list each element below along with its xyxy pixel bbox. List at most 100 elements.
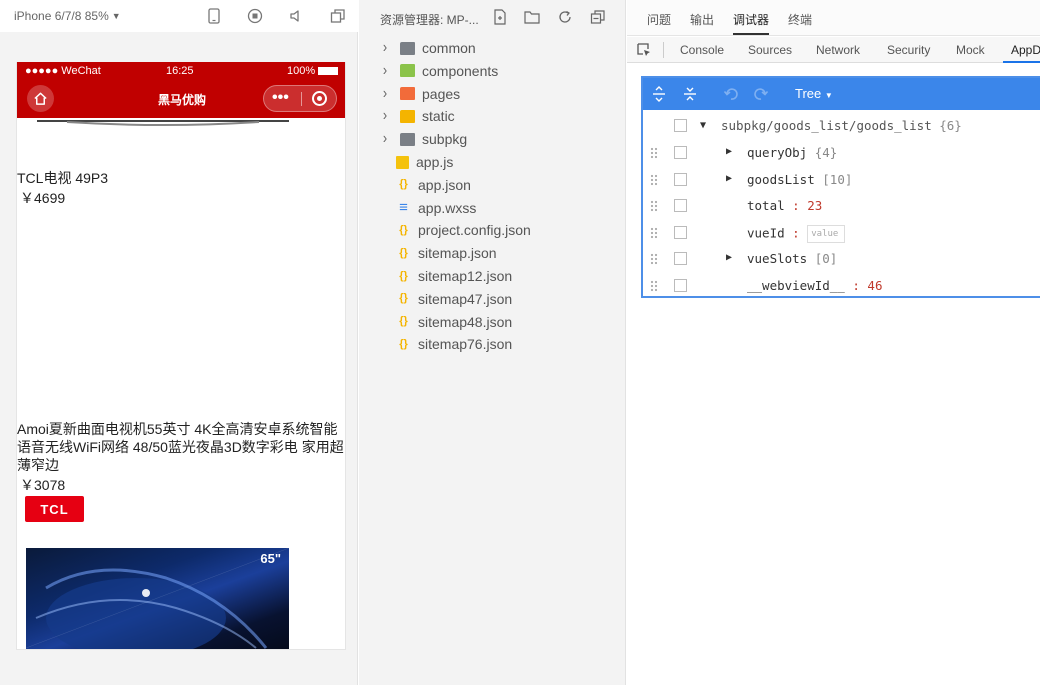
appdata-row[interactable]: total : 23 [643,196,1040,216]
tree-folder-item[interactable]: › subpkg [378,129,467,149]
tab-sources[interactable]: Sources [748,43,792,57]
data-value[interactable]: 23 [807,198,822,213]
data-key-group: total : 23 [747,198,822,213]
appdata-toolbar: Tree ▼ [643,78,1040,110]
goods-price: ￥4699 [20,190,66,206]
new-folder-icon[interactable] [523,8,541,26]
data-count: [0] [814,251,838,266]
explorer-title: 资源管理器: MP-... [380,13,479,27]
appdata-row[interactable]: ▶ queryObj {4} [643,143,1040,163]
tab-mock[interactable]: Mock [956,43,985,57]
appdata-panel: Tree ▼ ▼ subpkg/goods_list/goods_list {6… [641,76,1040,298]
tree-item-label: sitemap.json [418,245,497,262]
tree-item-label: common [422,40,476,56]
redo-icon[interactable] [751,84,771,104]
drag-handle-icon[interactable] [650,200,658,212]
drag-handle-icon[interactable] [650,227,658,239]
data-key-group: goodsList [10] [747,172,852,187]
tree-folder-item[interactable]: › common [378,38,476,58]
data-value[interactable]: 46 [867,278,882,293]
tree-file-item[interactable]: {} project.config.json [396,220,531,240]
chevron-right-icon[interactable]: › [379,130,390,148]
appdata-root-row[interactable]: ▼ subpkg/goods_list/goods_list {6} [643,116,1040,136]
close-miniprogram-icon[interactable] [312,91,327,106]
collapsed-triangle-icon[interactable]: ▶ [726,146,732,157]
row-checkbox[interactable] [674,199,687,212]
pages-folder-icon [400,87,415,101]
device-selector[interactable]: iPhone 6/7/8 85% ▼ [14,9,121,23]
chevron-right-icon[interactable]: › [379,107,390,125]
brand-logo: TCL [25,496,84,522]
tab-terminal[interactable]: 终端 [788,11,812,28]
chevron-right-icon[interactable]: › [379,39,390,57]
collapse-all-icon[interactable] [589,8,607,26]
capsule-divider [301,92,302,106]
data-key-group: vueSlots [0] [747,251,837,266]
tab-appdata[interactable]: AppD [1002,43,1040,63]
tree-item-label: sitemap48.json [418,313,513,330]
multi-window-icon[interactable] [329,7,347,25]
drag-handle-icon[interactable] [650,147,658,159]
tree-file-item[interactable]: {} sitemap12.json [396,266,512,286]
tree-folder-item[interactable]: › components [378,61,498,81]
collapsed-triangle-icon[interactable]: ▶ [726,173,732,184]
json-file-icon: {} [399,223,408,236]
appdata-row[interactable]: ▶ goodsList [10] [643,170,1040,190]
tab-output[interactable]: 输出 [690,11,714,28]
phone-icon[interactable] [205,7,223,25]
tree-folder-item[interactable]: › static [378,106,455,126]
view-mode-dropdown[interactable]: Tree ▼ [795,86,833,101]
appdata-row[interactable]: __webviewId__ : 46 [643,276,1040,296]
row-checkbox[interactable] [674,225,687,239]
tree-file-item[interactable]: {} sitemap47.json [396,289,512,309]
chevron-right-icon[interactable]: › [379,62,390,80]
tab-network[interactable]: Network [816,43,860,57]
drag-handle-icon[interactable] [650,174,658,186]
volume-icon[interactable] [287,7,305,25]
components-folder-icon [400,64,415,78]
tree-file-item[interactable]: {} app.json [396,175,471,195]
appdata-row[interactable]: vueId : value [643,223,1040,243]
expanded-triangle-icon[interactable]: ▼ [700,120,706,131]
drag-handle-icon[interactable] [650,280,658,292]
tab-debugger[interactable]: 调试器 [733,11,770,35]
more-menu-button[interactable]: ••• [272,89,289,107]
collapse-all-icon[interactable] [680,84,700,104]
expand-all-icon[interactable] [649,84,669,104]
row-checkbox[interactable] [674,146,687,159]
row-checkbox[interactable] [674,252,687,265]
row-checkbox[interactable] [674,278,687,292]
goods-image[interactable]: 65" [26,548,289,649]
value-input[interactable]: value [807,224,846,243]
drag-handle-icon[interactable] [650,253,658,265]
new-file-icon[interactable] [491,8,509,26]
static-folder-icon [400,109,415,123]
goods-name[interactable]: TCL电视 49P3 [17,169,345,187]
chevron-down-icon: ▼ [111,11,121,21]
row-checkbox[interactable] [674,172,687,186]
tree-file-item[interactable]: ≡ app.wxss [396,198,476,218]
tree-folder-item[interactable]: › pages [378,84,460,104]
chevron-right-icon[interactable]: › [379,85,390,103]
tree-file-item[interactable]: app.js [396,152,453,172]
goods-name[interactable]: Amoi夏新曲面电视机55英寸 4K全高清安卓系统智能语音无线WiFi网络 48… [17,420,345,474]
tree-file-item[interactable]: {} sitemap76.json [396,334,512,354]
tab-problems[interactable]: 问题 [647,11,671,28]
undo-icon[interactable] [721,84,741,104]
tab-console[interactable]: Console [680,43,724,57]
row-checkbox[interactable] [674,119,687,132]
caret-down-icon: ▼ [824,91,833,100]
tree-file-item[interactable]: {} sitemap48.json [396,312,512,332]
tree-file-item[interactable]: {} sitemap.json [396,243,497,263]
refresh-icon[interactable] [556,8,574,26]
collapsed-triangle-icon[interactable]: ▶ [726,252,732,263]
appdata-row[interactable]: ▶ vueSlots [0] [643,249,1040,269]
folder-icon [400,41,415,55]
brand-logo-text: TCL [40,501,69,517]
inspect-element-icon[interactable] [636,42,652,58]
tab-security[interactable]: Security [887,43,930,57]
stop-record-icon[interactable] [246,7,264,25]
json-file-icon: {} [399,315,408,328]
data-key: vueId [747,225,785,240]
panel-tabs-divider [663,42,664,58]
